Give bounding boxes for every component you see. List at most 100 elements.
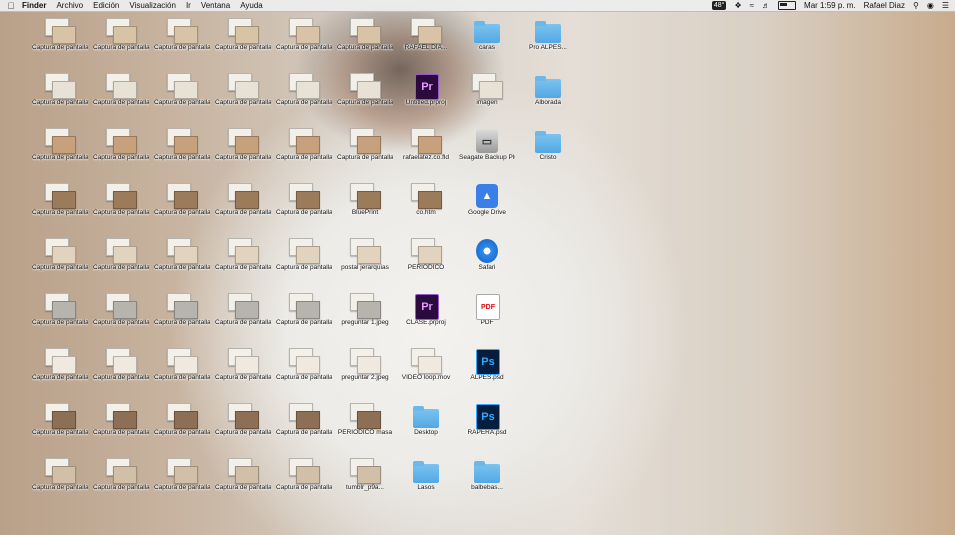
- desktop-icon-thumbnail: Ps: [472, 403, 502, 430]
- desktop-icon-file[interactable]: co.htm: [398, 181, 454, 233]
- desktop-icon-file[interactable]: Captura de pantalla...51 p. m.: [93, 71, 149, 123]
- desktop-icon-folder[interactable]: Desktop: [398, 401, 454, 453]
- menu-ayuda[interactable]: Ayuda: [240, 1, 269, 10]
- desktop-icon-file[interactable]: Captura de pantalla...41 p. m.: [154, 181, 210, 233]
- siri-icon[interactable]: ◉: [927, 0, 934, 11]
- volume-icon[interactable]: ♬: [762, 0, 770, 11]
- desktop-icon-safari[interactable]: Safari: [459, 236, 515, 288]
- desktop-icon-file[interactable]: RAFAEL DIA...: [398, 16, 454, 68]
- desktop-icon-thumbnail: [106, 183, 137, 209]
- desktop-icon-folder[interactable]: caras: [459, 16, 515, 68]
- desktop-icon-file[interactable]: Captura de pantalla...00 p. m.: [215, 456, 271, 508]
- desktop-icon-file[interactable]: VIDEO loop.mov: [398, 346, 454, 398]
- desktop-icon-file[interactable]: preguntar 1.jpeg: [337, 291, 393, 343]
- desktop-icon-label: Alborada: [534, 99, 562, 106]
- desktop-icon-file[interactable]: Captura de pantalla...46 p. m.: [32, 16, 88, 68]
- menu-edicion[interactable]: Edición: [93, 1, 125, 10]
- desktop-icon-folder[interactable]: Lasos: [398, 456, 454, 508]
- desktop-icon-file[interactable]: Captura de pantalla...00 p. m.: [154, 456, 210, 508]
- desktop-icon-file[interactable]: Captura de pantalla...4 p. m.: [154, 71, 210, 123]
- dropbox-icon[interactable]: ❖: [734, 0, 741, 11]
- desktop-icon-file[interactable]: Captura de pantalla...20 p. m.: [337, 126, 393, 178]
- user-name[interactable]: Rafael Diaz: [864, 0, 905, 11]
- desktop-icon-file[interactable]: Captura de pantalla...7 p. m.: [93, 346, 149, 398]
- menu-archivo[interactable]: Archivo: [56, 1, 89, 10]
- desktop-icon-file[interactable]: Captura de pantalla...41 p. m.: [276, 401, 332, 453]
- apple-icon[interactable]: : [0, 1, 22, 11]
- desktop-icon-file[interactable]: Captura de pantalla...00 p. m.: [215, 126, 271, 178]
- desktop-icon-file[interactable]: Captura de pantalla...41 p. m.: [276, 236, 332, 288]
- desktop-icon-file[interactable]: Captura de pantalla...28 p. m.: [215, 71, 271, 123]
- desktop-icon-file[interactable]: Captura de pantalla...09 p. m.: [93, 236, 149, 288]
- desktop-icon-folder[interactable]: balbebas...: [459, 456, 515, 508]
- desktop-icon-file[interactable]: Captura de pantalla...52 p. m.: [93, 16, 149, 68]
- desktop-icon-pr[interactable]: Pr CLASE.prproj: [398, 291, 454, 343]
- desktop-icon-file[interactable]: Captura de pantalla...56 p. m.: [154, 291, 210, 343]
- desktop-icon-file[interactable]: Captura de pantalla...41 p. m.: [154, 236, 210, 288]
- desktop-icon-file[interactable]: Captura de pantalla...41 p. m.: [154, 346, 210, 398]
- desktop-icon-file[interactable]: Captura de pantalla...41 p. m.: [215, 346, 271, 398]
- desktop-icon-file[interactable]: Captura de pantalla...8 p. m.: [93, 401, 149, 453]
- desktop-icon-file[interactable]: preguntar 2.jpeg: [337, 346, 393, 398]
- desktop-icon-file[interactable]: Captura de pantalla...26 p. m.: [215, 236, 271, 288]
- desktop-icon-drive[interactable]: ▲ Google Drive: [459, 181, 515, 233]
- disk-icon: ▭: [476, 129, 498, 153]
- clock-text[interactable]: Mar 1:59 p. m.: [804, 0, 856, 11]
- desktop-icon-file[interactable]: Captura de pantalla...46 p. m.: [276, 456, 332, 508]
- temperature-badge[interactable]: 48°: [711, 1, 727, 10]
- desktop-icon-file[interactable]: Captura de pantalla...59 p. m.: [32, 236, 88, 288]
- desktop-icon-file[interactable]: Captura de pantalla...21 p. m.: [32, 346, 88, 398]
- desktop-icon-file[interactable]: Captura de pantalla...59 p. m.: [32, 181, 88, 233]
- desktop-icon-file[interactable]: Captura de pantalla...22 p. m.: [276, 71, 332, 123]
- desktop-icon-file[interactable]: Captura de pantalla...00 p. m.: [276, 291, 332, 343]
- desktop-icon-file[interactable]: Captura de pantalla...16 p. m.: [337, 71, 393, 123]
- desktop-icon-folder[interactable]: Cristo: [520, 126, 576, 178]
- desktop-icon-file[interactable]: Captura de pantalla...09 p. m.: [32, 126, 88, 178]
- desktop-icon-pr[interactable]: Pr Untitled.prproj: [398, 71, 454, 123]
- desktop-icon-ps[interactable]: Ps ALPES.psd: [459, 346, 515, 398]
- desktop-icon-ps[interactable]: Ps RAPERA.psd: [459, 401, 515, 453]
- desktop-icon-file[interactable]: Captura de pantalla...4 p. m.: [276, 181, 332, 233]
- desktop-icon-file[interactable]: BluePrint: [337, 181, 393, 233]
- desktop-icon-file[interactable]: Captura de pantalla...41 p. m.: [215, 181, 271, 233]
- desktop-icon-file[interactable]: Captura de pantalla...28 p. m.: [93, 126, 149, 178]
- menu-ventana[interactable]: Ventana: [201, 1, 236, 10]
- desktop-icon-folder[interactable]: Pro ALPES...: [520, 16, 576, 68]
- desktop-icon-file[interactable]: Captura de pantalla...1 p. m.: [32, 71, 88, 123]
- wifi-icon[interactable]: ≈: [750, 0, 754, 11]
- desktop-icon-file[interactable]: Captura de pantalla...36 p. m.: [154, 401, 210, 453]
- desktop-icon-file[interactable]: Captura de pantalla...29 p. m.: [154, 16, 210, 68]
- desktop-icon-file[interactable]: postal jerarquias: [337, 236, 393, 288]
- desktop-icon-folder[interactable]: Alborada: [520, 71, 576, 123]
- desktop-icon-file[interactable]: rafaelatez.co.fld: [398, 126, 454, 178]
- desktop-icon-file[interactable]: Captura de pantalla...20 p. m.: [215, 401, 271, 453]
- desktop-icon-disk[interactable]: ▭Seagate Backup Plus Drive: [459, 126, 515, 178]
- status-area: 48° ❖ ≈ ♬ Mar 1:59 p. m. Rafael Diaz ⚲ ◉…: [711, 0, 955, 11]
- desktop-icon-file[interactable]: Captura de pantalla...00 p. m.: [93, 456, 149, 508]
- battery-icon[interactable]: [778, 1, 797, 10]
- desktop-icon-file[interactable]: tumblr_p9a...: [337, 456, 393, 508]
- desktop-icon-thumbnail: [106, 348, 137, 374]
- desktop-icon-file[interactable]: imagen: [459, 71, 515, 123]
- desktop-icon-file[interactable]: Captura de pantalla...31 p. m.: [154, 126, 210, 178]
- desktop-icon-file[interactable]: Captura de pantalla...15 p. m.: [215, 16, 271, 68]
- desktop-icon-file[interactable]: Captura de pantalla...26 p. m.: [32, 291, 88, 343]
- list-icon[interactable]: ☰: [942, 0, 949, 11]
- menu-finder[interactable]: Finder: [22, 1, 52, 10]
- desktop-icon-file[interactable]: PERIODICO: [398, 236, 454, 288]
- menu-visualizacion[interactable]: Visualización: [129, 1, 182, 10]
- desktop-icon-file[interactable]: Captura de pantalla...11 p. m.: [32, 401, 88, 453]
- desktop-icon-file[interactable]: PERIODICO masa: [337, 401, 393, 453]
- menu-ir[interactable]: Ir: [186, 1, 197, 10]
- desktop-icon-file[interactable]: Captura de pantalla...5 p. m.: [276, 16, 332, 68]
- desktop-icon-file[interactable]: Captura de pantalla...49 p. m.: [93, 291, 149, 343]
- desktop-icon-file[interactable]: Captura de pantalla...20 p. m.: [93, 181, 149, 233]
- desktop-icon-file[interactable]: Captura de pantalla...28 p. m.: [32, 456, 88, 508]
- desktop-icon-file[interactable]: Captura de pantalla...00 p. m.: [337, 16, 393, 68]
- desktop-icon-file[interactable]: Captura de pantalla...49 p. m.: [276, 346, 332, 398]
- desktop-icon-file[interactable]: Captura de pantalla...34 p. m.: [215, 291, 271, 343]
- desktop-icon-file[interactable]: Captura de pantalla...05 p. m.: [276, 126, 332, 178]
- desktop-icon-pdf[interactable]: PDF PDF: [459, 291, 515, 343]
- desktop-icon-label: Captura de pantalla...21 p. m.: [32, 374, 88, 381]
- search-icon[interactable]: ⚲: [913, 0, 919, 11]
